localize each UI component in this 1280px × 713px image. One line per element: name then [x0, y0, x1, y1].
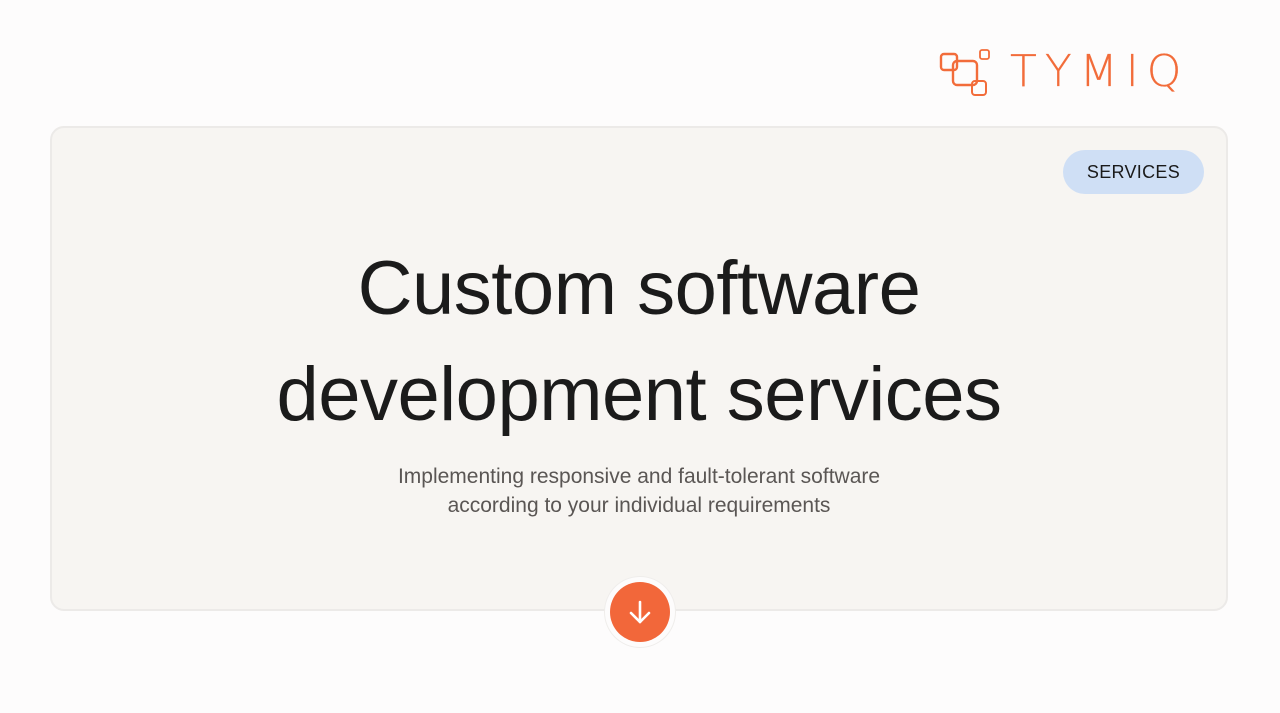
title-line-1: Custom software [357, 246, 921, 331]
services-badge: SERVICES [1062, 150, 1204, 194]
hero-subtitle: Implementing responsive and fault-tolera… [52, 462, 1226, 520]
page-title: Custom software development services [52, 236, 1226, 448]
brand-logo[interactable]: TYMIQ [938, 46, 1189, 98]
brand-name: TYMIQ [1010, 46, 1190, 97]
page: TYMIQ SERVICES Custom software developme… [0, 0, 1280, 713]
title-line-2: development services [276, 352, 1002, 437]
scroll-down-circle [610, 582, 670, 642]
logo-mark-icon [939, 49, 990, 96]
subtitle-line-1: Implementing responsive and fault-tolera… [397, 465, 881, 488]
subtitle-line-2: according to your individual requirement… [447, 494, 831, 517]
arrow-down-icon [629, 600, 651, 624]
hero-card: SERVICES Custom software development ser… [50, 126, 1228, 611]
scroll-down-button[interactable] [605, 577, 675, 647]
